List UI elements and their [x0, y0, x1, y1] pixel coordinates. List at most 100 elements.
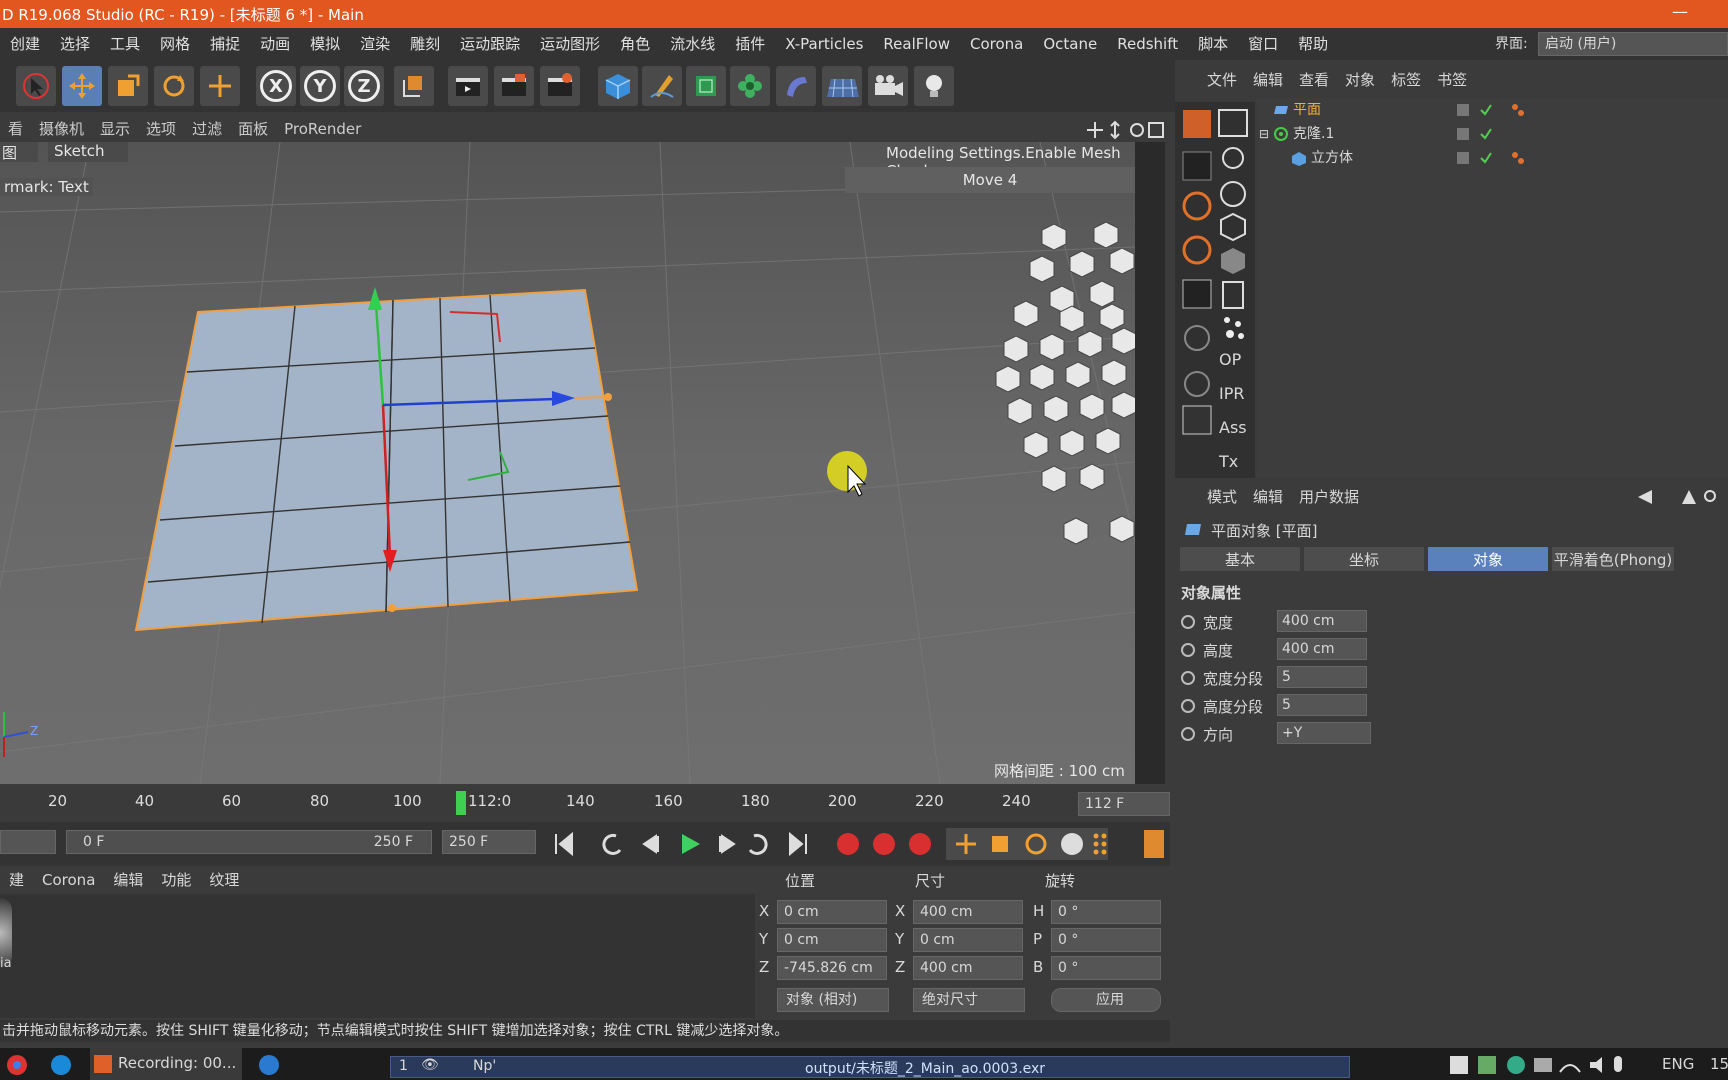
- viewport-menu-filter[interactable]: 过滤: [184, 116, 230, 142]
- tree-row-cube[interactable]: 立方体: [1257, 146, 1728, 170]
- last-tool-button[interactable]: [200, 66, 240, 106]
- mat-menu-texture[interactable]: 纹理: [200, 866, 248, 894]
- coordinate-system-button[interactable]: [394, 66, 434, 106]
- rotate-tool-button[interactable]: [154, 66, 194, 106]
- menu-octane[interactable]: Octane: [1033, 28, 1107, 60]
- prop-orientation-anim-toggle[interactable]: [1181, 727, 1195, 741]
- viewport-menu-panel[interactable]: 面板: [230, 116, 276, 142]
- menu-motion-tracking[interactable]: 运动跟踪: [450, 28, 530, 60]
- attr-menu-userdata[interactable]: 用户数据: [1291, 482, 1367, 512]
- menu-animate[interactable]: 动画: [250, 28, 300, 60]
- tree-row-flags[interactable]: [1457, 126, 1537, 142]
- menu-sculpt[interactable]: 雕刻: [400, 28, 450, 60]
- obj-menu-tags[interactable]: 标签: [1383, 66, 1429, 94]
- size-y-field[interactable]: 0 cm: [913, 928, 1023, 952]
- menu-pipeline[interactable]: 流水线: [660, 28, 725, 60]
- size-mode-dropdown[interactable]: 绝对尺寸: [913, 988, 1025, 1012]
- tree-expand-icon[interactable]: ⊟: [1259, 122, 1269, 146]
- viewport-tab-left[interactable]: 图: [0, 142, 38, 162]
- tree-row-flags[interactable]: [1457, 150, 1537, 166]
- size-z-field[interactable]: 400 cm: [913, 956, 1023, 980]
- obj-menu-object[interactable]: 对象: [1337, 66, 1383, 94]
- timeline-ruler[interactable]: 20 40 60 80 100 112:0 140 160 180 200 22…: [0, 788, 1170, 818]
- prop-height-anim-toggle[interactable]: [1181, 643, 1195, 657]
- attr-menu-edit[interactable]: 编辑: [1245, 482, 1291, 512]
- width-segments-field[interactable]: 5: [1277, 666, 1367, 688]
- menu-select[interactable]: 选择: [50, 28, 100, 60]
- menu-snap[interactable]: 捕捉: [200, 28, 250, 60]
- tab-coord[interactable]: 坐标: [1303, 546, 1425, 572]
- render-view-button[interactable]: [448, 66, 488, 106]
- menu-redshift[interactable]: Redshift: [1107, 28, 1188, 60]
- menu-plugins[interactable]: 插件: [725, 28, 775, 60]
- move-tool-button[interactable]: [62, 66, 102, 106]
- menu-create[interactable]: 创建: [0, 28, 50, 60]
- chrome-icon[interactable]: [6, 1054, 28, 1076]
- obj-menu-edit[interactable]: 编辑: [1245, 66, 1291, 94]
- render-to-picture-viewer-button[interactable]: [494, 66, 534, 106]
- width-field[interactable]: 400 cm: [1277, 610, 1367, 632]
- start-frame-field[interactable]: [0, 830, 56, 854]
- light-button[interactable]: [914, 66, 954, 106]
- menu-tools[interactable]: 工具: [100, 28, 150, 60]
- menu-character[interactable]: 角色: [610, 28, 660, 60]
- rotation-p-field[interactable]: 0 °: [1051, 928, 1161, 952]
- clock[interactable]: 15: [1710, 1055, 1728, 1073]
- prop-width-seg-anim-toggle[interactable]: [1181, 671, 1195, 685]
- op-button[interactable]: OP: [1219, 350, 1241, 369]
- perspective-viewport[interactable]: 图 Sketch rmark: Text Modeling Settings.E…: [0, 142, 1135, 784]
- position-y-field[interactable]: 0 cm: [777, 928, 887, 952]
- menu-script[interactable]: 脚本: [1188, 28, 1238, 60]
- viewport-menu-view[interactable]: 看: [0, 116, 31, 142]
- prop-height-seg-anim-toggle[interactable]: [1181, 699, 1195, 713]
- mat-menu-function[interactable]: 功能: [152, 866, 200, 894]
- viewport-menu-camera[interactable]: 摄像机: [31, 116, 92, 142]
- viewport-menu-prorender[interactable]: ProRender: [276, 116, 369, 142]
- playhead-marker[interactable]: [456, 791, 466, 815]
- viewport-menu-options[interactable]: 选项: [138, 116, 184, 142]
- tree-row-cloner[interactable]: ⊟ 克隆.1: [1257, 122, 1728, 146]
- cloner-button[interactable]: [730, 66, 770, 106]
- menu-help[interactable]: 帮助: [1288, 28, 1338, 60]
- height-segments-field[interactable]: 5: [1277, 694, 1367, 716]
- recording-task[interactable]: Recording: 00...: [90, 1048, 242, 1080]
- object-tree[interactable]: 平面 ⊟ 克隆.1 立方体: [1257, 98, 1728, 478]
- minimize-button[interactable]: —: [1672, 2, 1688, 21]
- menu-mesh[interactable]: 网格: [150, 28, 200, 60]
- menu-render[interactable]: 渲染: [350, 28, 400, 60]
- object-mode-dropdown[interactable]: 对象 (相对): [777, 988, 889, 1012]
- prop-width-anim-toggle[interactable]: [1181, 615, 1195, 629]
- max-frame-field[interactable]: 250 F: [442, 830, 536, 854]
- viewport-menu-display[interactable]: 显示: [92, 116, 138, 142]
- tx-button[interactable]: Tx: [1219, 452, 1238, 471]
- rotation-b-field[interactable]: 0 °: [1051, 956, 1161, 980]
- axis-x-button[interactable]: X: [256, 66, 296, 106]
- apply-button[interactable]: 应用: [1051, 988, 1161, 1012]
- obj-menu-file[interactable]: 文件: [1199, 66, 1245, 94]
- attr-nav-icons[interactable]: [1608, 488, 1718, 506]
- system-tray-icons[interactable]: [1450, 1054, 1630, 1076]
- material-manager-area[interactable]: ia: [0, 894, 755, 1018]
- floor-button[interactable]: [822, 66, 862, 106]
- render-settings-button[interactable]: [540, 66, 580, 106]
- orientation-dropdown[interactable]: +Y: [1277, 722, 1371, 744]
- axis-z-button[interactable]: Z: [344, 66, 384, 106]
- pen-spline-button[interactable]: [642, 66, 682, 106]
- camera-button[interactable]: [868, 66, 908, 106]
- height-field[interactable]: 400 cm: [1277, 638, 1367, 660]
- menu-window[interactable]: 窗口: [1238, 28, 1288, 60]
- mat-menu-corona[interactable]: Corona: [33, 866, 104, 894]
- select-tool-button[interactable]: [16, 66, 56, 106]
- app-blue-icon[interactable]: [258, 1054, 280, 1076]
- tree-row-flags[interactable]: [1457, 102, 1537, 118]
- menu-corona[interactable]: Corona: [960, 28, 1033, 60]
- attr-menu-mode[interactable]: 模式: [1199, 482, 1245, 512]
- frame-range-slider[interactable]: 0 F 250 F: [66, 830, 432, 854]
- deformer-button[interactable]: [776, 66, 816, 106]
- viewport-nav-icons[interactable]: [1085, 120, 1165, 140]
- axis-y-button[interactable]: Y: [300, 66, 340, 106]
- mat-menu-create[interactable]: 建: [0, 866, 33, 894]
- size-x-field[interactable]: 400 cm: [913, 900, 1023, 924]
- playback-controls[interactable]: [548, 828, 1168, 860]
- layout-select[interactable]: 启动 (用户): [1538, 32, 1728, 56]
